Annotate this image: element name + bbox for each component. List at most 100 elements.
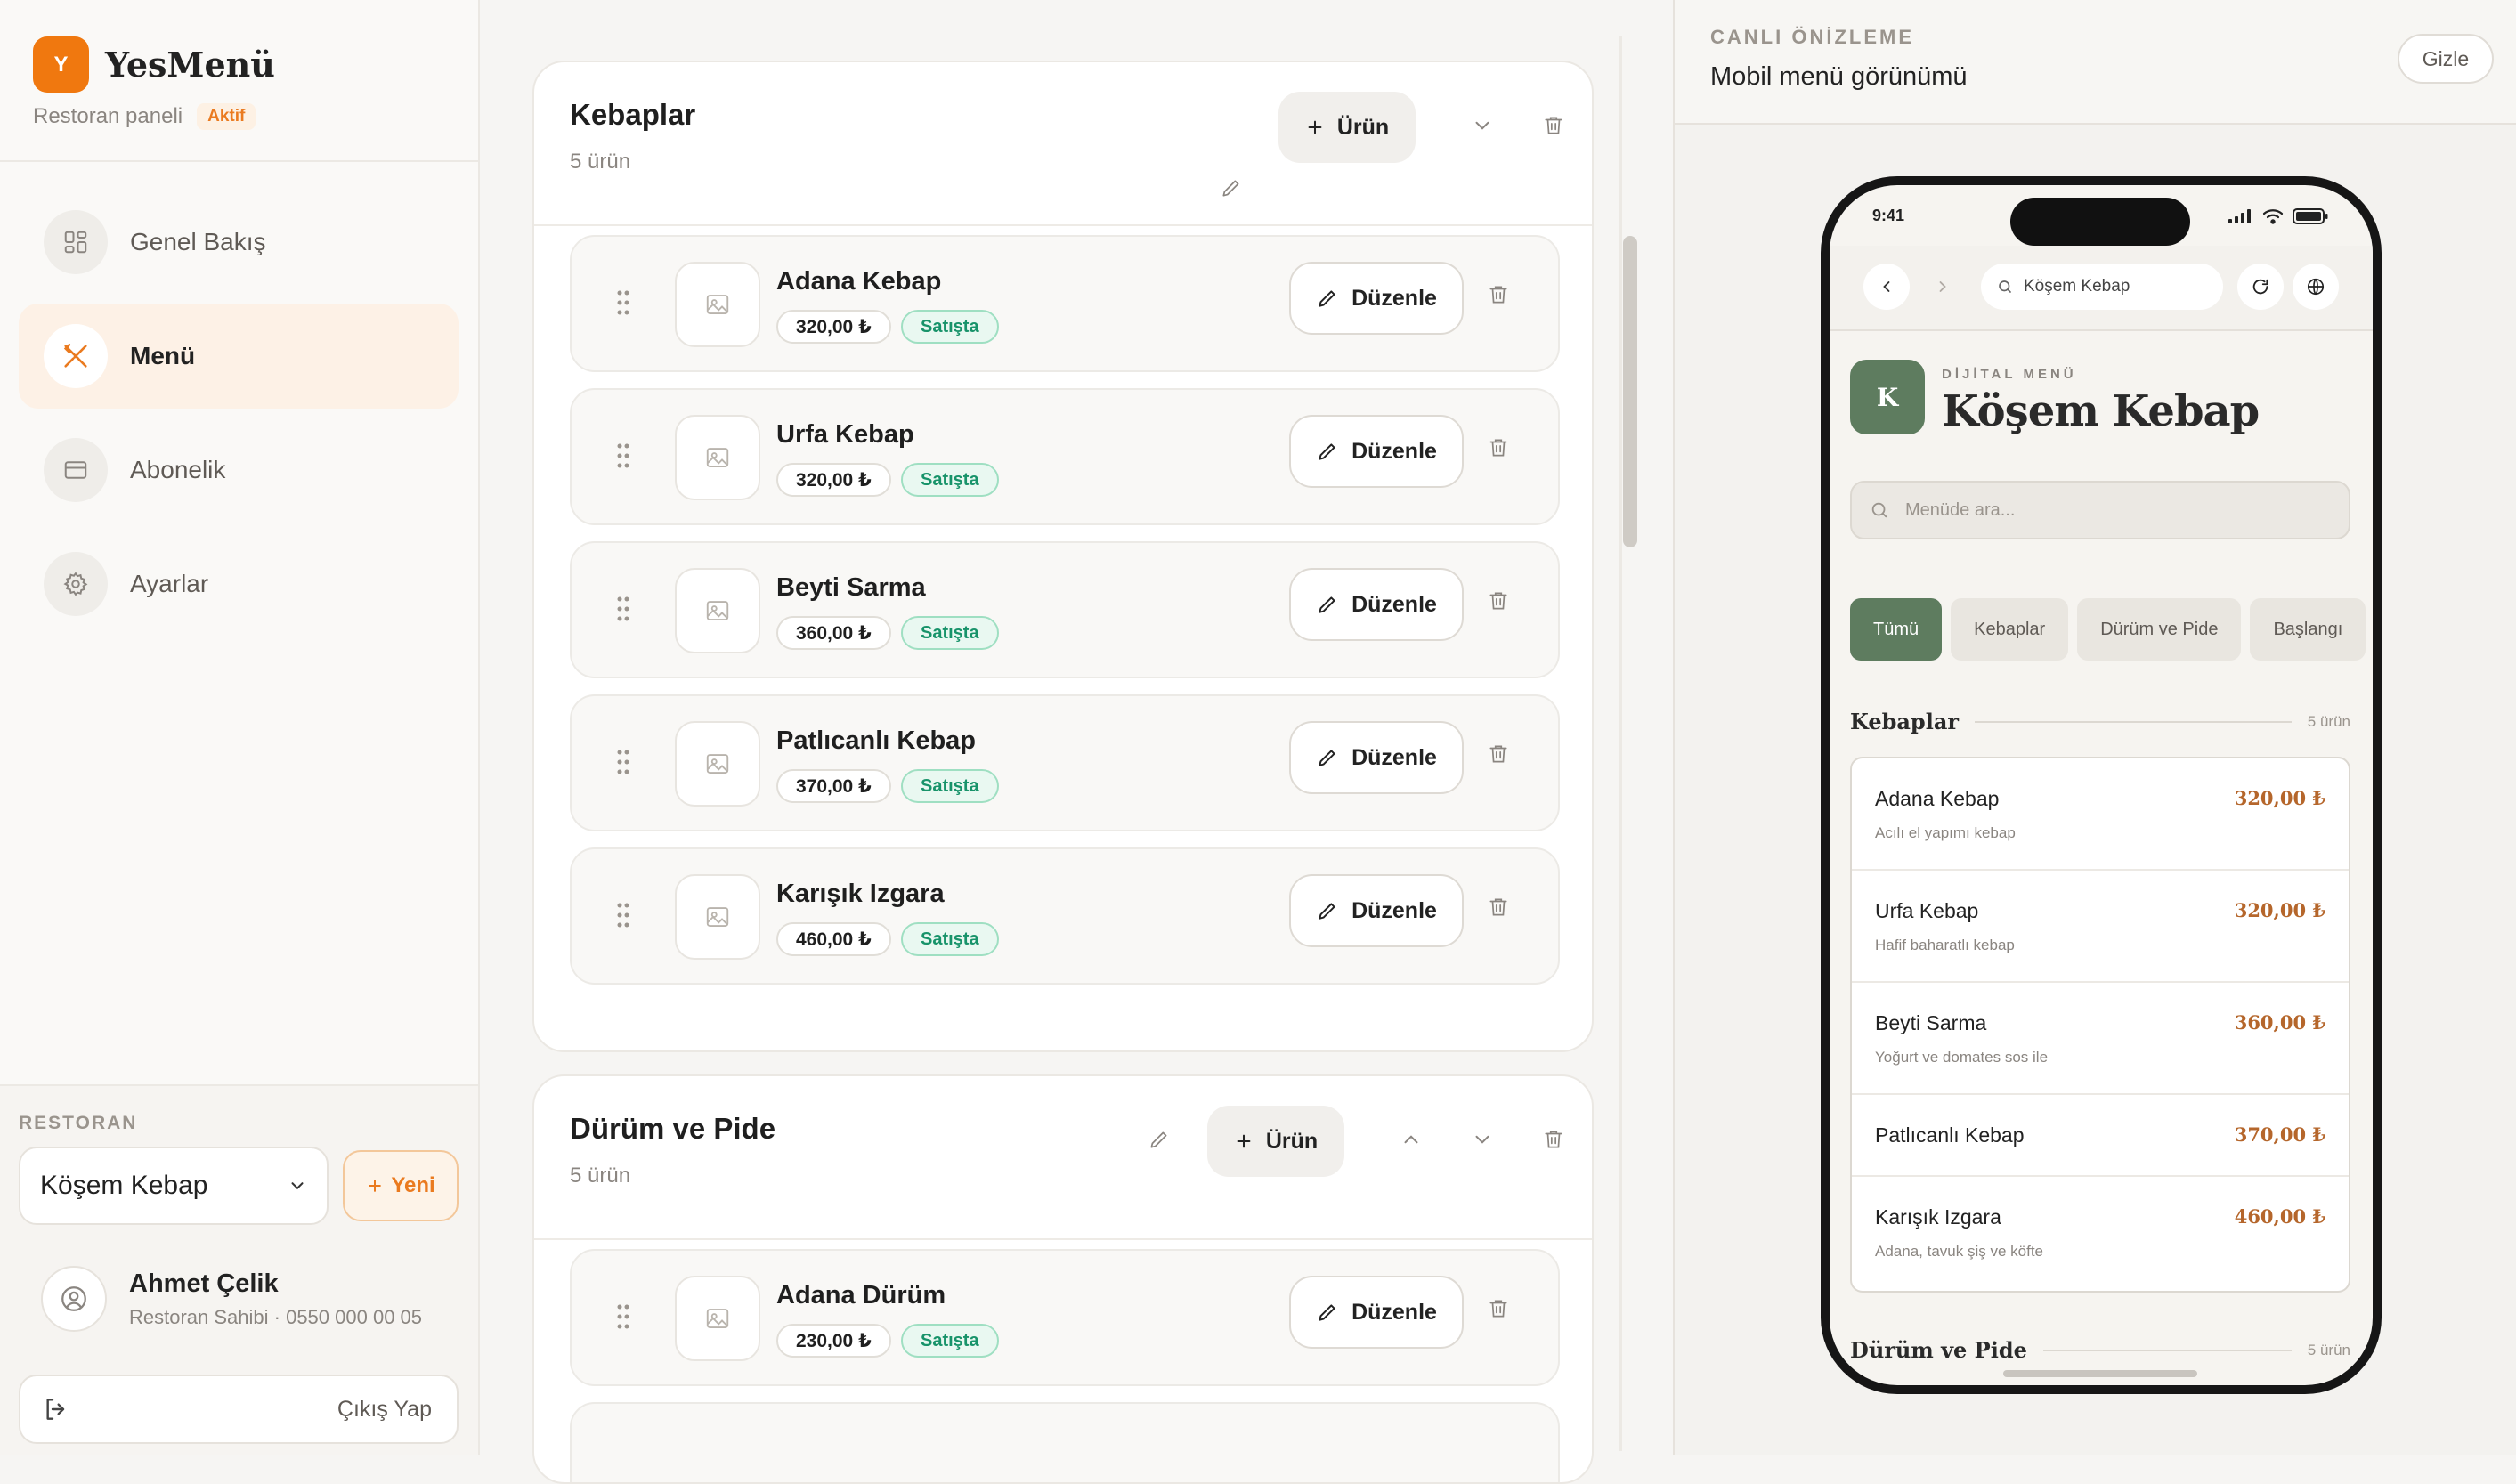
category-count: 5 ürün [570, 150, 631, 174]
menu-search-input[interactable]: Menüde ara... [1850, 481, 2350, 539]
menu-item-name: Patlıcanlı Kebap [1875, 1123, 2025, 1147]
product-row[interactable]: Beyti Sarma 360,00 ₺ Satışta Düzenle [570, 541, 1560, 678]
section-count: 5 ürün [2307, 712, 2350, 730]
url-bar[interactable]: Köşem Kebap [1981, 264, 2223, 310]
home-indicator [2003, 1370, 2197, 1377]
edit-product-button[interactable]: Düzenle [1289, 721, 1464, 794]
edit-product-button[interactable]: Düzenle [1289, 1276, 1464, 1349]
menu-item[interactable]: Patlıcanlı Kebap 370,00 ₺ [1852, 1095, 2349, 1177]
nav-item-menu[interactable]: Menü [19, 304, 459, 409]
logout-button[interactable]: Çıkış Yap [19, 1375, 459, 1444]
drag-handle-icon[interactable] [616, 902, 630, 929]
image-icon [704, 291, 731, 318]
plus-icon [1305, 118, 1325, 137]
move-down-button[interactable] [1456, 99, 1509, 152]
language-button[interactable] [2293, 264, 2339, 310]
product-price: 460,00 ₺ [776, 922, 891, 956]
product-row[interactable] [570, 1402, 1560, 1482]
product-row[interactable]: Adana Kebap 320,00 ₺ Satışta Düzenle [570, 235, 1560, 372]
drag-handle-icon[interactable] [616, 749, 630, 775]
utensils-icon [44, 324, 108, 388]
section-divider [1975, 720, 2292, 723]
scrollbar-track[interactable] [1619, 36, 1622, 1451]
status-badge: Aktif [197, 103, 256, 130]
category-title: Kebaplar [570, 98, 696, 131]
scrollbar-thumb[interactable] [1623, 236, 1637, 547]
menu-item-desc: Adana, tavuk şiş ve köfte [1875, 1243, 2043, 1260]
edit-category-button[interactable] [1205, 161, 1258, 215]
trash-icon[interactable] [1487, 589, 1510, 612]
category-chips: Tümü Kebaplar Dürüm ve Pide Başlangı [1850, 598, 2366, 661]
restaurant-select[interactable]: Köşem Kebap [19, 1147, 329, 1225]
user-profile[interactable]: Ahmet Çelik Restoran Sahibi · 0550 000 0… [19, 1250, 459, 1348]
product-image-placeholder[interactable] [675, 415, 760, 500]
product-row[interactable]: Adana Dürüm 230,00 ₺ Satışta Düzenle [570, 1249, 1560, 1386]
chip-kebaplar[interactable]: Kebaplar [1951, 598, 2069, 661]
restaurant-select-value: Köşem Kebap [40, 1171, 208, 1200]
brand[interactable]: Y YesMenü [33, 36, 275, 93]
product-image-placeholder[interactable] [675, 721, 760, 807]
category-count: 5 ürün [570, 1164, 631, 1188]
menu-item[interactable]: Adana Kebap Acılı el yapımı kebap 320,00… [1852, 758, 2349, 871]
trash-icon[interactable] [1487, 283, 1510, 306]
chip-durum-pide[interactable]: Dürüm ve Pide [2077, 598, 2242, 661]
nav-item-overview[interactable]: Genel Bakış [19, 190, 459, 295]
trash-icon[interactable] [1487, 742, 1510, 766]
nav-item-subscription[interactable]: Abonelik [19, 418, 459, 523]
menu-item-name: Beyti Sarma [1875, 1011, 1987, 1034]
product-price: 230,00 ₺ [776, 1324, 891, 1358]
hide-preview-button[interactable]: Gizle [2398, 34, 2494, 84]
product-name: Beyti Sarma [776, 573, 926, 602]
move-down-button[interactable] [1456, 1113, 1509, 1166]
drag-handle-icon[interactable] [616, 289, 630, 316]
status-bar-time: 9:41 [1872, 207, 1905, 224]
add-product-button[interactable]: Ürün [1207, 1106, 1344, 1177]
product-image-placeholder[interactable] [675, 874, 760, 960]
forward-button[interactable] [1919, 264, 1966, 310]
menu-item-price: 320,00 ₺ [2234, 899, 2325, 921]
delete-category-button[interactable] [1527, 1113, 1580, 1166]
menu-item[interactable]: Urfa Kebap Hafif baharatlı kebap 320,00 … [1852, 871, 2349, 983]
menu-item[interactable]: Karışık Izgara Adana, tavuk şiş ve köfte… [1852, 1177, 2349, 1289]
nav-item-settings[interactable]: Ayarlar [19, 531, 459, 637]
menu-item-price: 370,00 ₺ [2234, 1123, 2325, 1146]
edit-product-button[interactable]: Düzenle [1289, 874, 1464, 947]
preview-title: Mobil menü görünümü [1710, 62, 1968, 91]
product-row[interactable]: Urfa Kebap 320,00 ₺ Satışta Düzenle [570, 388, 1560, 525]
add-product-button[interactable]: Ürün [1278, 92, 1416, 163]
product-row[interactable]: Patlıcanlı Kebap 370,00 ₺ Satışta Düzenl… [570, 694, 1560, 831]
delete-category-button[interactable] [1527, 99, 1580, 152]
avatar [41, 1266, 107, 1332]
drag-handle-icon[interactable] [616, 1303, 630, 1330]
chip-all[interactable]: Tümü [1850, 598, 1943, 661]
dynamic-island [2010, 198, 2190, 246]
trash-icon[interactable] [1487, 436, 1510, 459]
url-text: Köşem Kebap [2024, 277, 2130, 296]
product-row[interactable]: Karışık Izgara 460,00 ₺ Satışta Düzenle [570, 847, 1560, 985]
new-restaurant-button[interactable]: Yeni [343, 1150, 459, 1221]
trash-icon[interactable] [1487, 896, 1510, 919]
edit-product-button[interactable]: Düzenle [1289, 262, 1464, 335]
pencil-icon [1316, 1301, 1339, 1324]
status-badge: Satışta [901, 1324, 999, 1358]
edit-label: Düzenle [1351, 897, 1437, 923]
trash-icon[interactable] [1487, 1297, 1510, 1320]
preview-label: CANLI ÖNİZLEME [1710, 26, 1914, 48]
drag-handle-icon[interactable] [616, 596, 630, 622]
edit-product-button[interactable]: Düzenle [1289, 568, 1464, 641]
user-meta: Restoran Sahibi · 0550 000 00 05 [129, 1305, 423, 1328]
product-image-placeholder[interactable] [675, 1276, 760, 1361]
back-button[interactable] [1863, 264, 1910, 310]
product-name: Karışık Izgara [776, 880, 945, 908]
new-restaurant-label: Yeni [391, 1173, 435, 1197]
product-image-placeholder[interactable] [675, 568, 760, 653]
edit-category-button[interactable] [1132, 1113, 1186, 1166]
reload-button[interactable] [2237, 264, 2284, 310]
move-up-button[interactable] [1384, 1113, 1438, 1166]
menu-item[interactable]: Beyti Sarma Yoğurt ve domates sos ile 36… [1852, 983, 2349, 1095]
edit-product-button[interactable]: Düzenle [1289, 415, 1464, 488]
phone-screen: 9:41 Köşem Kebap K DİJİTAL MENÜ Köşem Ke… [1830, 185, 2373, 1385]
chip-baslangic[interactable]: Başlangı [2250, 598, 2366, 661]
product-image-placeholder[interactable] [675, 262, 760, 347]
drag-handle-icon[interactable] [616, 442, 630, 469]
